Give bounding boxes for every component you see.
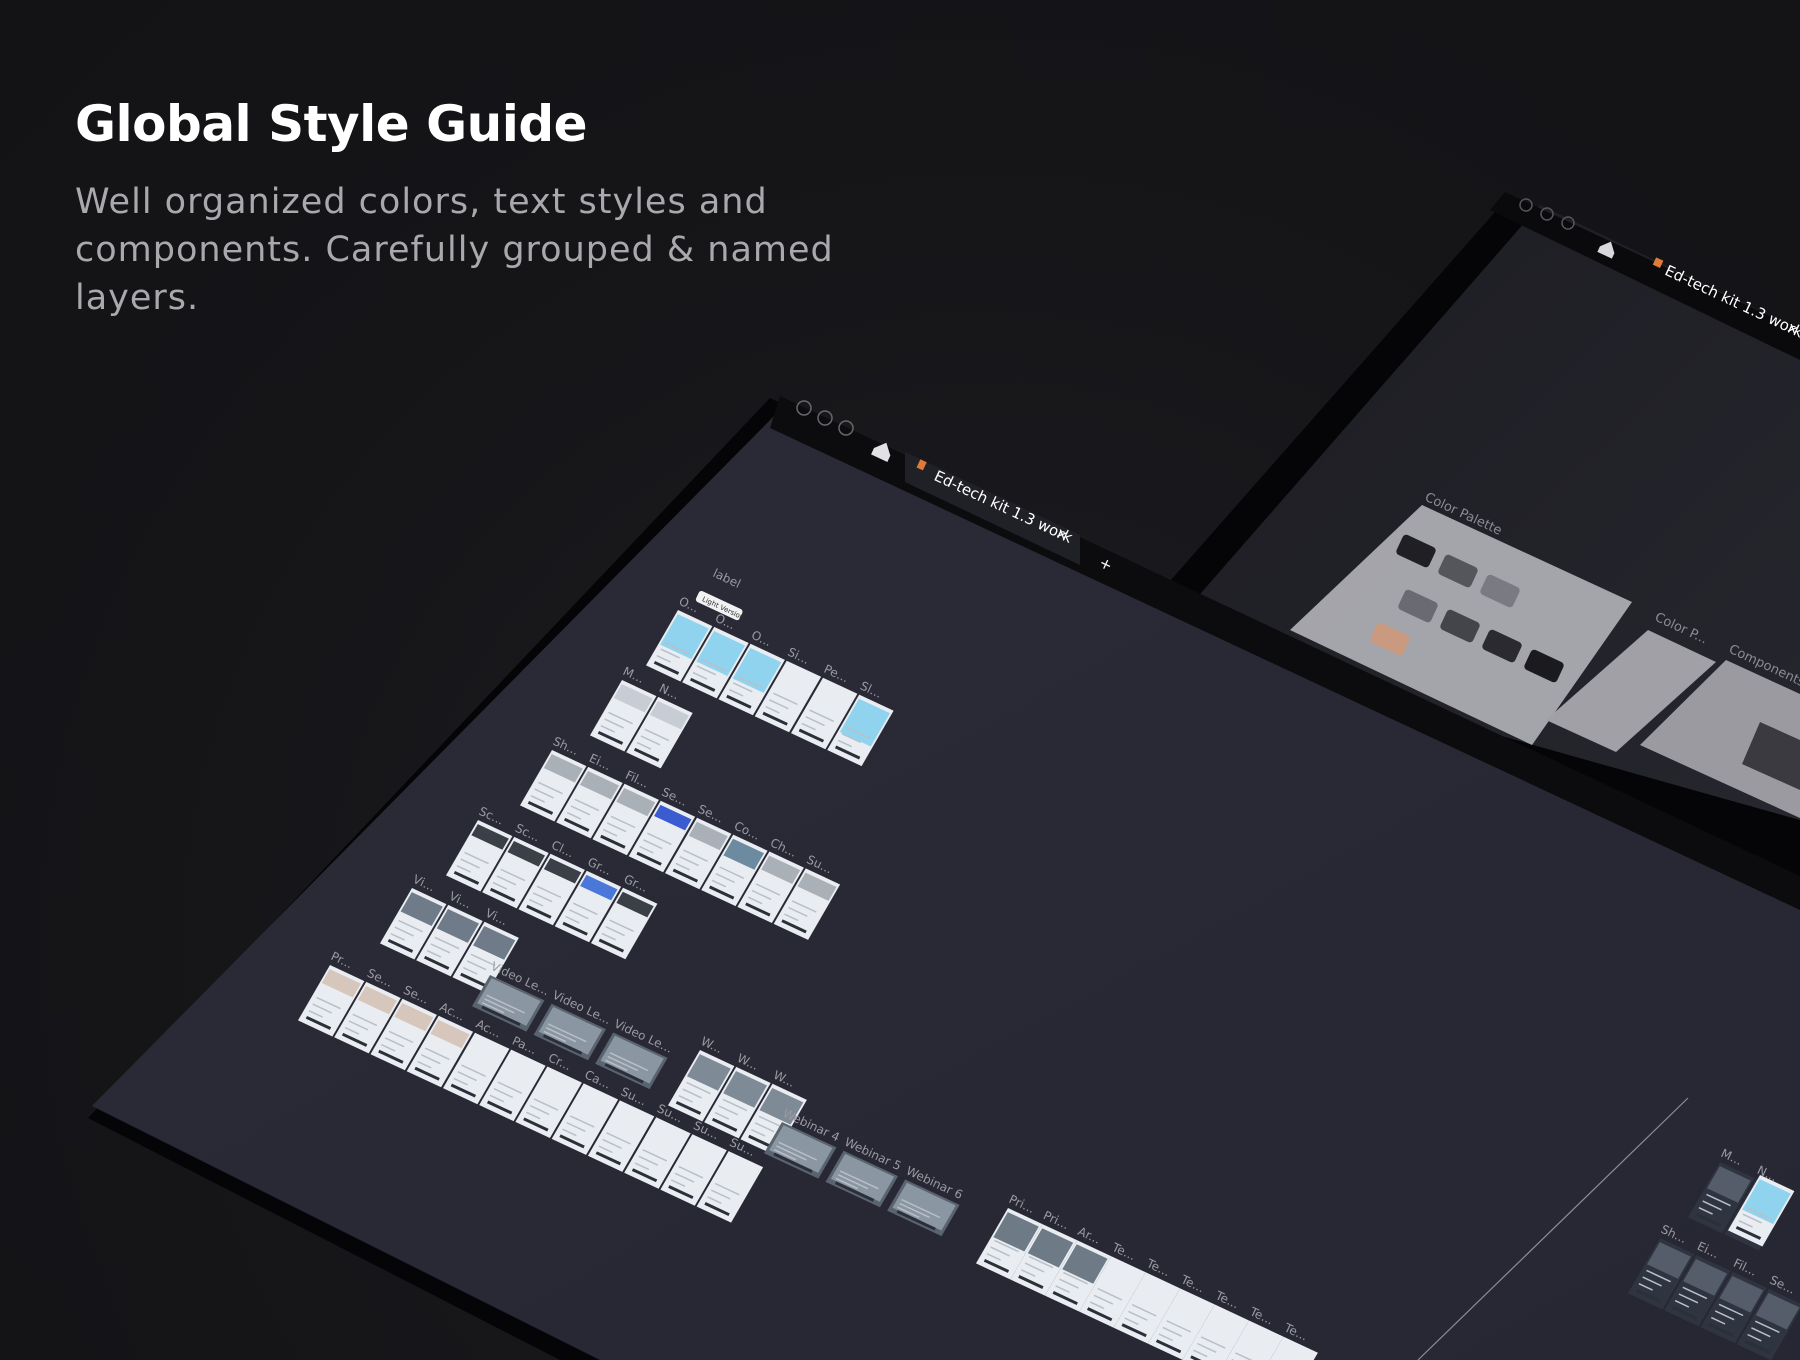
device-scene: Ed-tech kit 1.3 work × Color Palette Col… <box>88 192 1800 1360</box>
